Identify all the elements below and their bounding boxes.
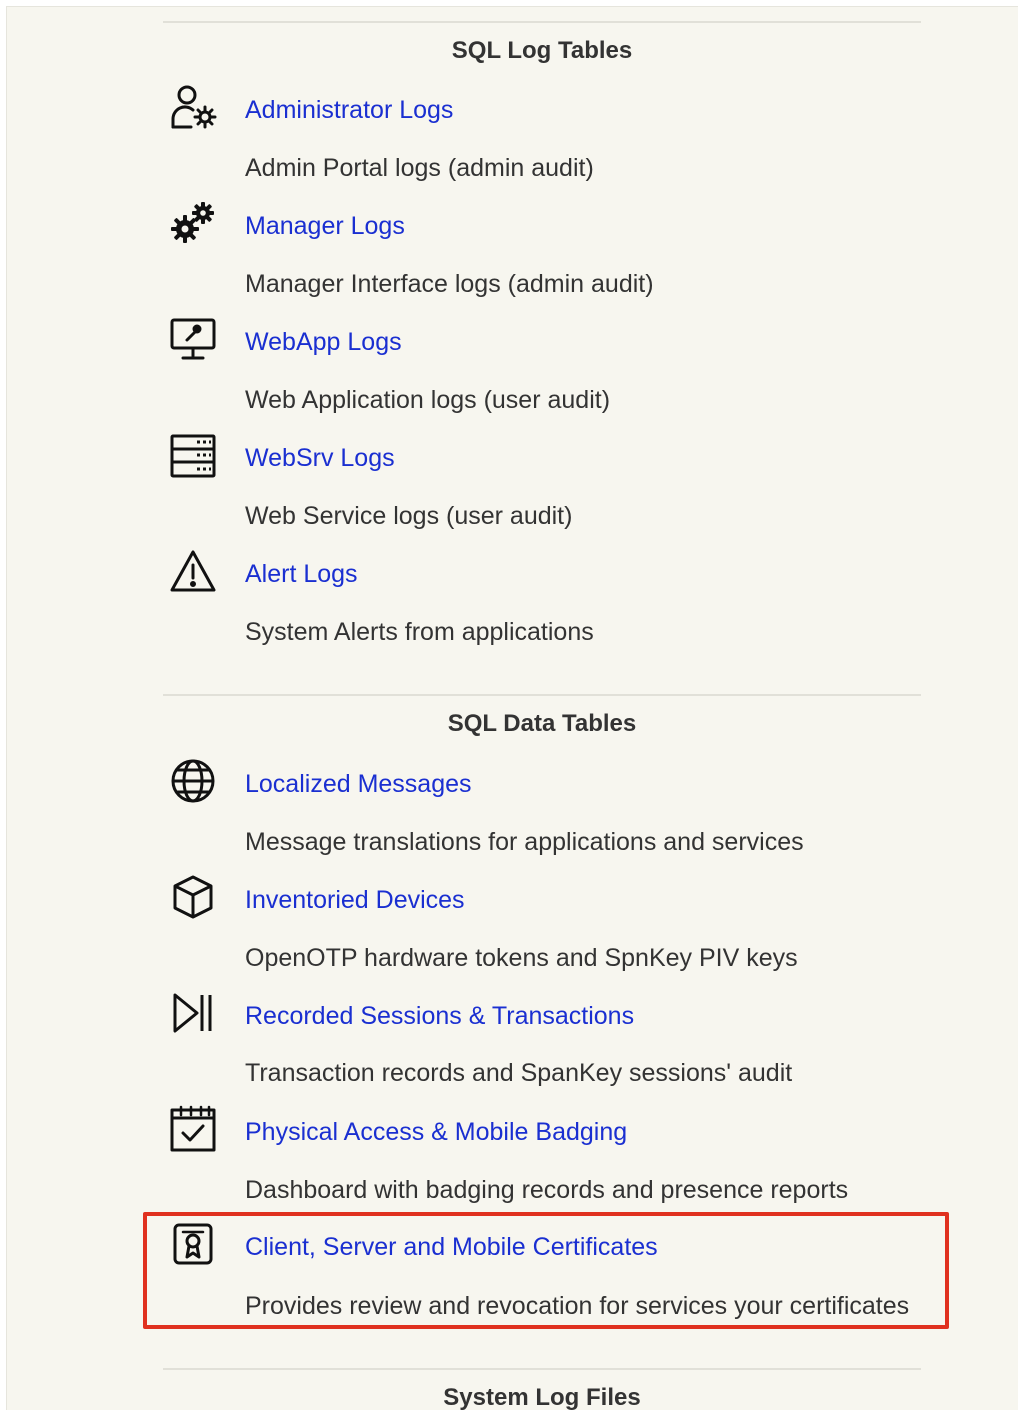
admin-user-gear-icon (167, 81, 219, 133)
section-divider (163, 21, 921, 23)
calendar-check-icon (167, 1103, 219, 1155)
section-title-sql-log-tables: SQL Log Tables (451, 37, 633, 64)
recorded-sessions-transactions-description: Transaction records and SpanKey sessions… (245, 1059, 793, 1087)
section-divider (163, 1368, 921, 1370)
administrator-logs-link[interactable]: Administrator Logs (245, 96, 453, 125)
inventoried-devices-link[interactable]: Inventoried Devices (245, 886, 465, 915)
globe-icon (167, 755, 219, 807)
section-divider (163, 694, 921, 696)
client-server-mobile-certificates-link[interactable]: Client, Server and Mobile Certificates (245, 1233, 658, 1262)
page: SQL Log Tables Administrator Logs Admin … (6, 6, 1018, 1410)
physical-access-mobile-badging-link[interactable]: Physical Access & Mobile Badging (245, 1118, 627, 1147)
alert-triangle-icon (167, 546, 219, 598)
localized-messages-link[interactable]: Localized Messages (245, 770, 472, 799)
administrator-logs-description: Admin Portal logs (admin audit) (245, 154, 594, 182)
alert-logs-link[interactable]: Alert Logs (245, 560, 358, 589)
localized-messages-description: Message translations for applications an… (245, 828, 804, 856)
webapp-logs-link[interactable]: WebApp Logs (245, 328, 402, 357)
alert-logs-description: System Alerts from applications (245, 618, 594, 646)
websrv-logs-description: Web Service logs (user audit) (245, 502, 573, 530)
section-title-system-log-files: System Log Files (443, 1384, 641, 1410)
cube-icon (167, 871, 219, 923)
websrv-logs-link[interactable]: WebSrv Logs (245, 444, 395, 473)
webapp-logs-description: Web Application logs (user audit) (245, 386, 611, 414)
server-rack-icon (167, 430, 219, 482)
manager-logs-link[interactable]: Manager Logs (245, 212, 405, 241)
gears-icon (167, 197, 219, 249)
certificate-icon (167, 1219, 219, 1271)
physical-access-mobile-badging-description: Dashboard with badging records and prese… (245, 1176, 849, 1204)
manager-logs-description: Manager Interface logs (admin audit) (245, 270, 654, 298)
inventoried-devices-description: OpenOTP hardware tokens and SpnKey PIV k… (245, 944, 798, 972)
recorded-sessions-transactions-link[interactable]: Recorded Sessions & Transactions (245, 1002, 634, 1031)
monitor-key-icon (167, 314, 219, 366)
section-title-sql-data-tables: SQL Data Tables (447, 710, 637, 737)
play-pause-icon (167, 987, 219, 1039)
client-server-mobile-certificates-description: Provides review and revocation for servi… (245, 1292, 910, 1320)
